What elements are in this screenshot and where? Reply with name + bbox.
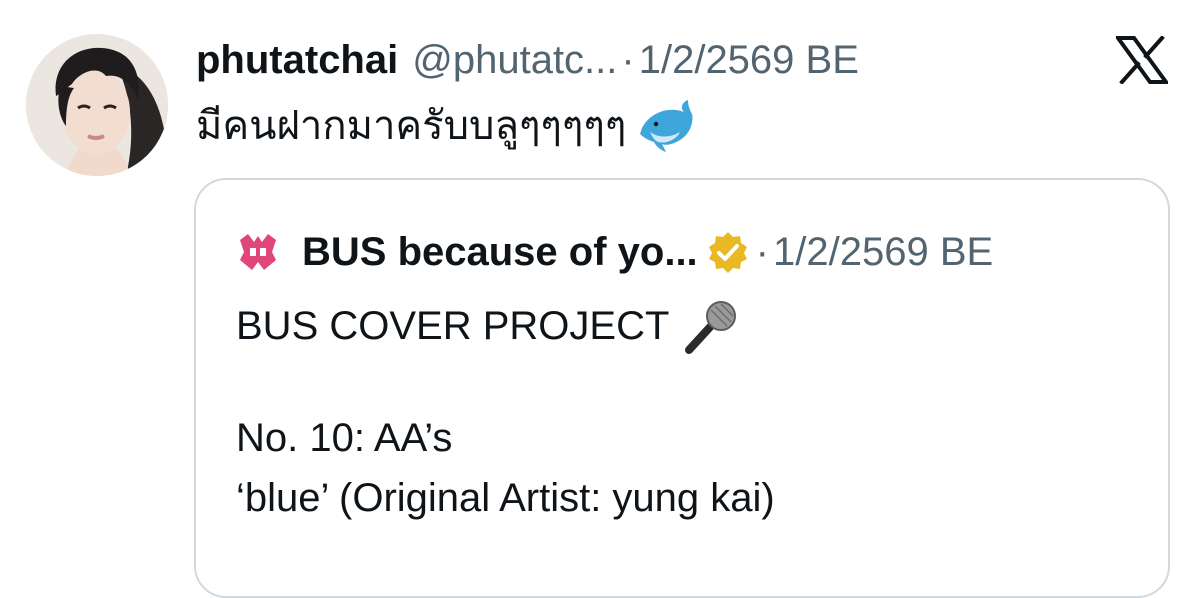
quote-line-text: BUS COVER PROJECT <box>236 304 670 348</box>
quote-line: ‘blue’ (Original Artist: yung kai) <box>236 468 775 528</box>
x-logo-icon[interactable] <box>1114 35 1170 85</box>
dolphin-icon <box>640 100 693 152</box>
tweet-header: phutatchai @phutatc... · 1/2/2569 BE <box>196 34 859 86</box>
profile-photo <box>26 34 168 176</box>
user-handle[interactable]: @phutatc... <box>412 34 617 86</box>
quote-timestamp[interactable]: 1/2/2569 BE <box>773 230 993 275</box>
tweet-timestamp[interactable]: 1/2/2569 BE <box>639 34 859 86</box>
gold-verified-badge-icon <box>708 232 747 273</box>
avatar[interactable] <box>26 34 168 176</box>
quote-separator-dot: · <box>755 229 769 274</box>
quoted-tweet-card[interactable]: BUS because of yo... · 1/2/2569 BE BUS C… <box>194 178 1170 598</box>
display-name[interactable]: phutatchai <box>196 34 398 86</box>
quote-line: BUS COVER PROJECT <box>236 296 775 356</box>
quote-body: BUS COVER PROJECT No. 10: AA’s ‘blue’ (O… <box>236 296 775 528</box>
tweet-text-content: มีคนฝากมาครับบลูๆๆๆๆๆ <box>196 104 627 148</box>
quote-header: BUS because of yo... · 1/2/2569 BE <box>236 224 993 280</box>
microphone-icon <box>685 301 737 354</box>
quote-line-text: ‘blue’ (Original Artist: yung kai) <box>236 476 775 520</box>
quote-line: No. 10: AA’s <box>236 408 775 468</box>
quote-line-text: No. 10: AA’s <box>236 416 453 460</box>
tweet-text: มีคนฝากมาครับบลูๆๆๆๆๆ <box>196 96 696 156</box>
separator-dot: · <box>621 38 635 82</box>
pink-bus-logo-icon[interactable] <box>236 230 280 274</box>
quote-display-name[interactable]: BUS because of yo... <box>302 230 698 275</box>
